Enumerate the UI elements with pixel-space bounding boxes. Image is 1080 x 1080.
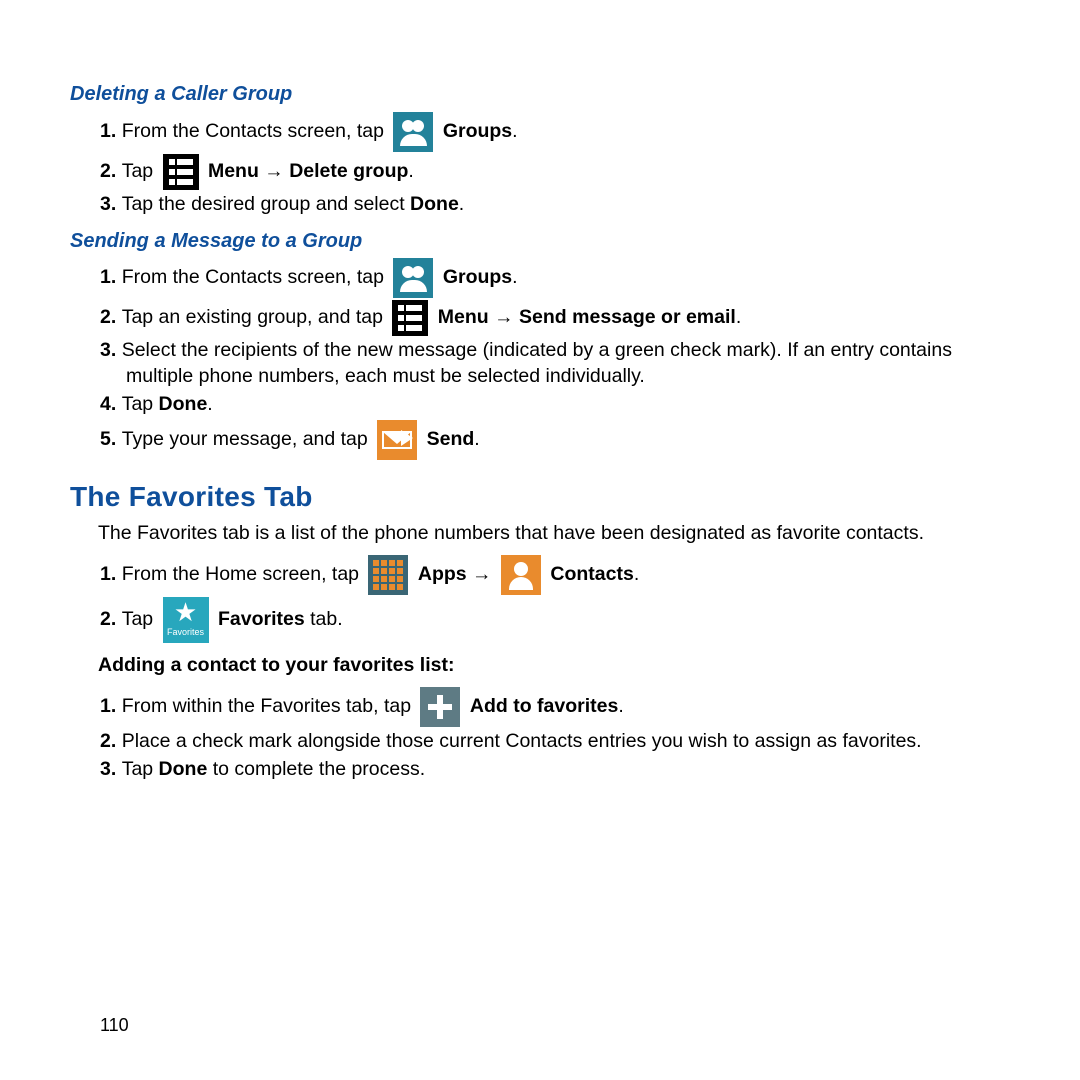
list-item: Tap the desired group and select Done. <box>70 192 1020 218</box>
heading-deleting-caller-group: Deleting a Caller Group <box>70 81 1020 108</box>
step-text: Tap <box>122 608 159 630</box>
step-bold: Done <box>410 193 459 215</box>
step-tail: . <box>408 160 413 182</box>
steps-favorites: From the Home screen, tap Apps → Contact… <box>70 555 1020 643</box>
step-tail: . <box>634 563 639 585</box>
favorites-icon-caption: Favorites <box>163 627 209 639</box>
heading-sending-message-group: Sending a Message to a Group <box>70 228 1020 255</box>
step-tail: . <box>207 393 212 415</box>
favorites-intro: The Favorites tab is a list of the phone… <box>70 521 1020 547</box>
plus-icon <box>420 687 460 727</box>
step-text: From the Home screen, tap <box>122 563 365 585</box>
step-bold: Contacts <box>550 563 633 585</box>
step-text: Tap the desired group and select <box>122 193 410 215</box>
step-tail: . <box>459 193 464 215</box>
step-tail: to complete the process. <box>207 758 425 780</box>
step-text: Type your message, and tap <box>122 428 373 450</box>
send-icon <box>377 420 417 460</box>
step-tail: . <box>512 120 517 142</box>
subheading-adding-favorite: Adding a contact to your favorites list: <box>70 653 1020 679</box>
step-bold: Groups <box>443 120 512 142</box>
list-item: Select the recipients of the new message… <box>70 338 1020 390</box>
step-bold: Groups <box>443 266 512 288</box>
step-bold: Menu → Delete group <box>208 160 408 182</box>
step-text: From within the Favorites tab, tap <box>122 695 417 717</box>
step-text: From the Contacts screen, tap <box>122 120 390 142</box>
step-text: From the Contacts screen, tap <box>122 266 390 288</box>
step-bold: Send <box>427 428 475 450</box>
page-number: 110 <box>100 1015 129 1036</box>
contacts-icon <box>501 555 541 595</box>
apps-icon <box>368 555 408 595</box>
step-bold: Done <box>159 393 208 415</box>
step-bold: Apps → <box>418 563 497 585</box>
menu-icon <box>163 154 199 190</box>
groups-icon <box>393 112 433 152</box>
step-tail: tab. <box>305 608 343 630</box>
step-tail: . <box>474 428 479 450</box>
steps-adding-favorite: From within the Favorites tab, tap Add t… <box>70 687 1020 783</box>
list-item: From within the Favorites tab, tap Add t… <box>70 687 1020 727</box>
list-item: Tap Done to complete the process. <box>70 757 1020 783</box>
step-text: Tap <box>122 758 159 780</box>
list-item: Tap Done. <box>70 392 1020 418</box>
step-bold: Add to favorites <box>470 695 618 717</box>
list-item: From the Contacts screen, tap Groups. <box>70 258 1020 298</box>
step-tail: . <box>736 306 741 328</box>
heading-favorites-tab: The Favorites Tab <box>70 478 1020 515</box>
list-item: From the Home screen, tap Apps → Contact… <box>70 555 1020 595</box>
groups-icon <box>393 258 433 298</box>
list-item: Tap ★ Favorites Favorites tab. <box>70 597 1020 643</box>
step-bold: Done <box>159 758 208 780</box>
manual-page: Deleting a Caller Group From the Contact… <box>0 0 1080 783</box>
step-text: Tap <box>122 393 159 415</box>
favorites-icon: ★ Favorites <box>163 597 209 643</box>
menu-icon <box>392 300 428 336</box>
step-tail: . <box>618 695 623 717</box>
list-item: Place a check mark alongside those curre… <box>70 729 1020 755</box>
step-text: Place a check mark alongside those curre… <box>122 730 922 752</box>
list-item: Tap Menu → Delete group. <box>70 154 1020 190</box>
list-item: From the Contacts screen, tap Groups. <box>70 112 1020 152</box>
step-text: Tap an existing group, and tap <box>122 306 389 328</box>
step-tail: . <box>512 266 517 288</box>
step-bold: Menu → Send message or email <box>438 306 736 328</box>
step-bold: Favorites <box>218 608 305 630</box>
steps-deleting-caller-group: From the Contacts screen, tap Groups. Ta… <box>70 112 1020 218</box>
step-text: Tap <box>122 160 159 182</box>
step-text: Select the recipients of the new message… <box>122 339 952 387</box>
list-item: Tap an existing group, and tap Menu → Se… <box>70 300 1020 336</box>
list-item: Type your message, and tap Send. <box>70 420 1020 460</box>
steps-sending-message-group: From the Contacts screen, tap Groups. Ta… <box>70 258 1020 460</box>
